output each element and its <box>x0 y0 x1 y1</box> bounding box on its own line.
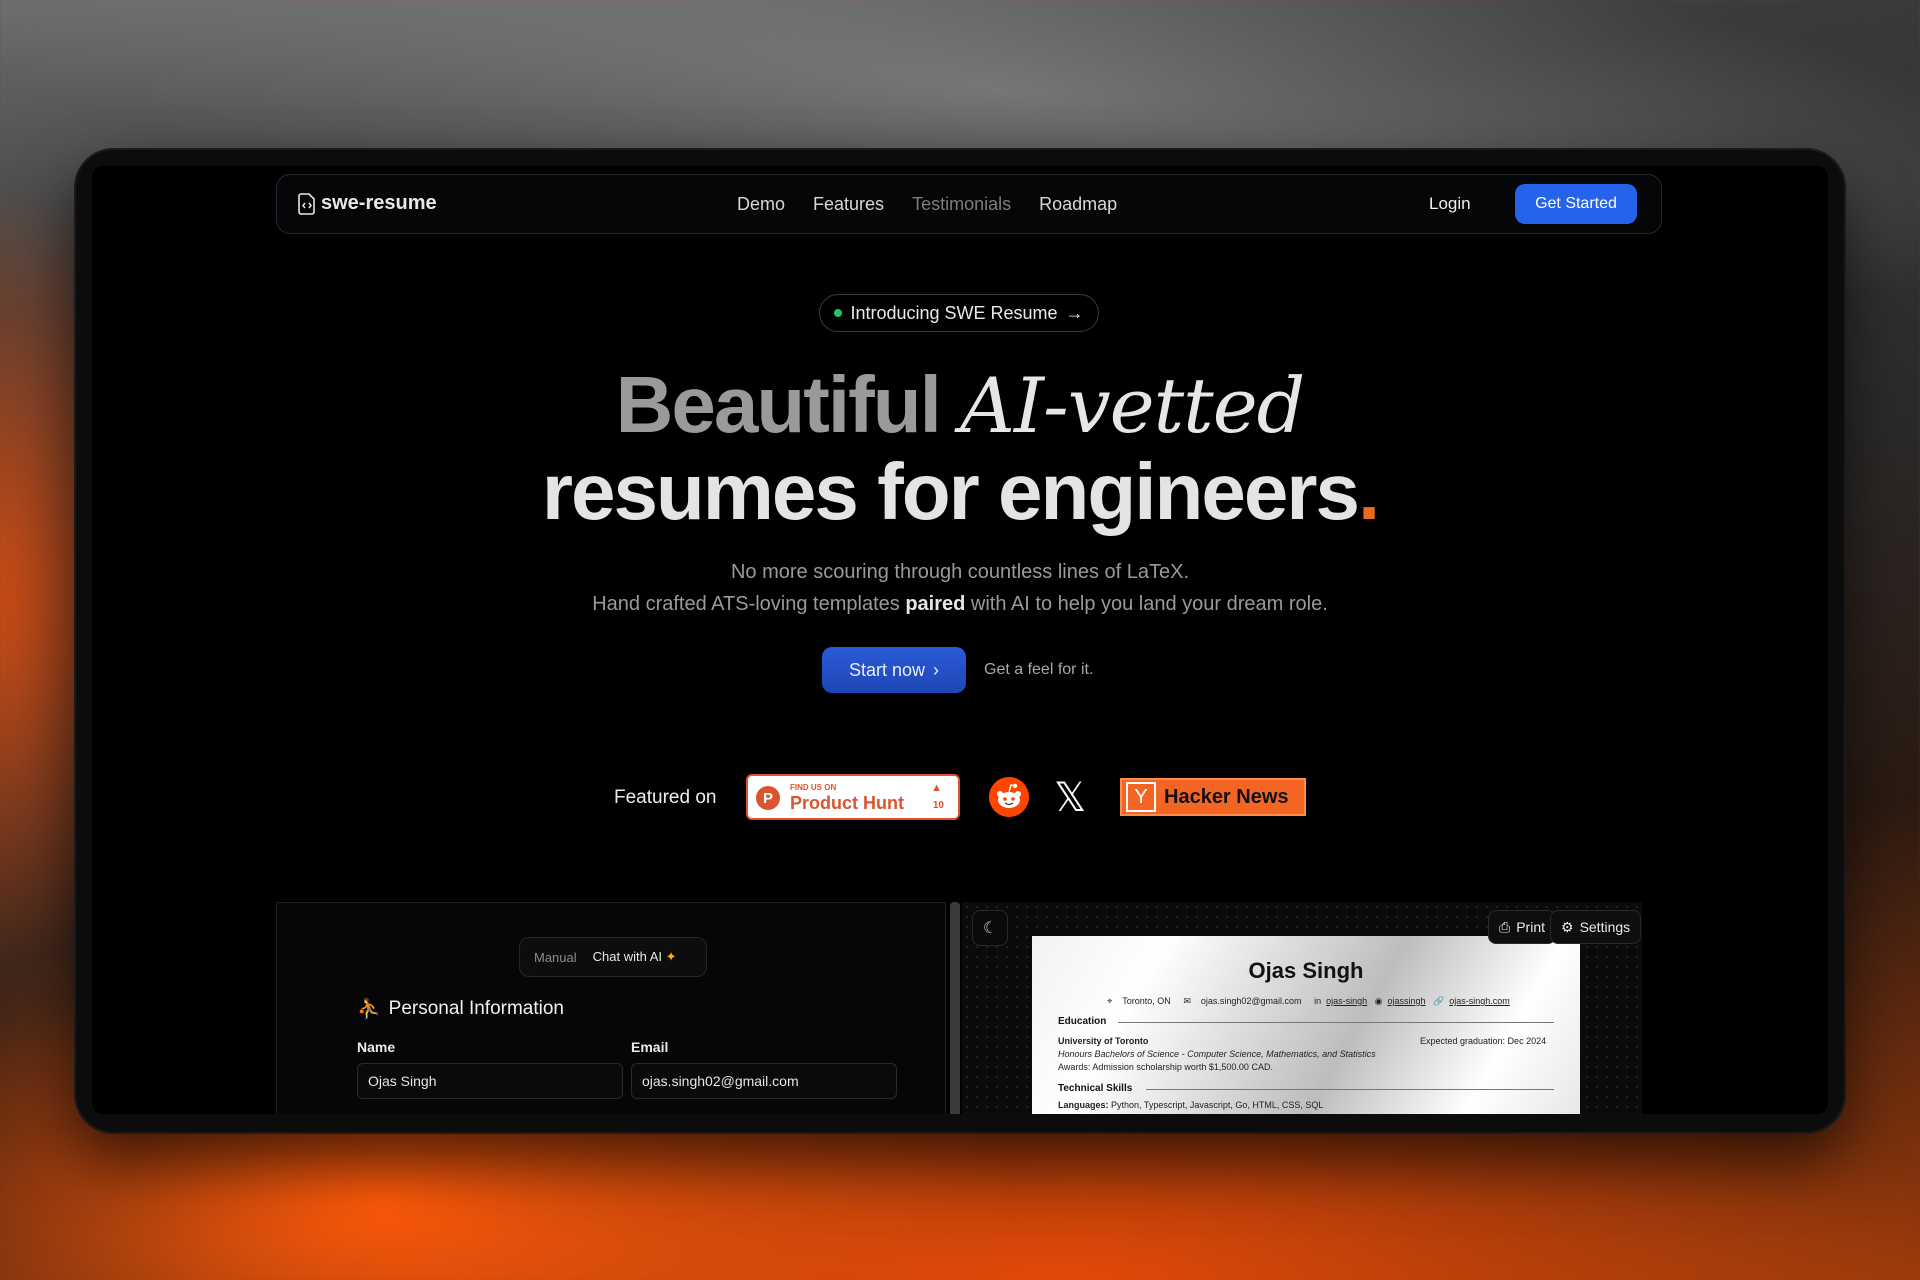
subtitle-bold: paired <box>905 593 966 615</box>
chevron-right-icon: › <box>933 659 940 680</box>
get-started-button[interactable]: Get Started <box>1515 184 1637 224</box>
resume-preview: Ojas Singh ⌖ Toronto, ON ✉ ojas.singh02@gm… <box>1032 936 1580 1114</box>
producthunt-badge[interactable]: P FIND US ON Product Hunt ▲ 10 <box>746 774 960 820</box>
hackernews-y-icon: Y <box>1126 782 1156 812</box>
name-field[interactable]: Ojas Singh <box>357 1063 623 1099</box>
preview-panel: Ojas Singh ⌖ Toronto, ON ✉ ojas.singh02@gm… <box>962 902 1642 1114</box>
hero-headline: Beautiful AI-vetted resumes for engineer… <box>92 362 1828 535</box>
editor-panel: Manual Chat with AI ✦ ⛹ Personal Informa… <box>276 902 946 1114</box>
headline-word: Beautiful <box>615 360 942 449</box>
reddit-icon[interactable] <box>989 777 1029 817</box>
resume-languages: Languages: Python, Typescript, Javascrip… <box>1058 1100 1323 1110</box>
subtitle-post: with AI to help you land your dream role… <box>965 593 1328 615</box>
headline-dot: . <box>1357 447 1380 536</box>
resume-degree: Honours Bachelors of Science - Computer … <box>1058 1049 1376 1059</box>
browser-screen: swe-resume Demo Features Testimonials Ro… <box>92 166 1828 1114</box>
section-title: ⛹ Personal Information <box>357 997 564 1021</box>
person-icon: ⛹ <box>357 999 381 1020</box>
intro-pill[interactable]: Introducing SWE Resume → <box>819 294 1099 332</box>
print-button[interactable]: ⎙ Print <box>1488 910 1556 944</box>
producthunt-text: Product Hunt <box>790 793 904 813</box>
intro-pill-text: Introducing SWE Resume <box>850 302 1058 323</box>
top-navbar: swe-resume Demo Features Testimonials Ro… <box>276 174 1662 234</box>
linkedin-icon: in <box>1314 996 1322 1006</box>
subtitle-line2: Hand crafted ATS-loving templates paired… <box>92 588 1828 620</box>
hero-subtitle: No more scouring through countless lines… <box>92 556 1828 620</box>
resume-university: University of Toronto <box>1058 1036 1149 1046</box>
featured-label: Featured on <box>614 787 717 808</box>
subtitle-pre: Hand crafted ATS-loving templates <box>592 593 906 615</box>
link-icon: 🔗 <box>1433 996 1445 1006</box>
headline-line2: resumes for engineers <box>541 447 1360 536</box>
resume-awards: Awards: Admission scholarship worth $1,5… <box>1058 1062 1273 1072</box>
hackernews-text: Hacker News <box>1164 785 1289 808</box>
section-rule <box>1118 1022 1554 1023</box>
arrow-right-icon: → <box>1065 302 1084 323</box>
resume-name: Ojas Singh <box>1248 958 1364 983</box>
resume-website: ojas-singh.com <box>1449 996 1510 1006</box>
nav-links: Demo Features Testimonials Roadmap <box>737 194 1117 215</box>
resume-education-heading: Education <box>1058 1016 1107 1027</box>
logo[interactable]: swe-resume <box>297 192 437 215</box>
resume-linkedin: ojas-singh <box>1326 996 1368 1006</box>
location-pin-icon: ⌖ <box>1107 996 1113 1006</box>
mode-tabs: Manual Chat with AI ✦ <box>519 937 707 977</box>
github-icon: ◉ <box>1374 996 1383 1006</box>
sparkle-icon: ✦ <box>665 949 677 964</box>
settings-label: Settings <box>1579 919 1631 935</box>
logo-text: swe-resume <box>321 192 437 214</box>
email-field[interactable]: ojas.singh02@gmail.com <box>631 1063 897 1099</box>
email-label: Email <box>631 1039 669 1055</box>
document-code-icon <box>298 192 315 215</box>
hackernews-badge[interactable]: Y Hacker News <box>1120 778 1306 816</box>
subtitle-line1: No more scouring through countless lines… <box>730 561 1190 583</box>
mail-icon: ✉ <box>1183 996 1191 1006</box>
tab-manual[interactable]: Manual <box>534 950 577 965</box>
name-label: Name <box>357 1039 396 1055</box>
login-link[interactable]: Login <box>1429 194 1471 214</box>
resume-graduation: Expected graduation: Dec 2024 <box>1420 1036 1547 1046</box>
settings-button[interactable]: ⚙ Settings <box>1550 910 1642 944</box>
resume-skills-heading: Technical Skills <box>1058 1083 1133 1094</box>
producthunt-small-text: FIND US ON <box>790 783 837 792</box>
nav-link-roadmap[interactable]: Roadmap <box>1039 194 1117 215</box>
producthunt-votes: 10 <box>932 800 944 811</box>
section-title-text: Personal Information <box>388 998 564 1019</box>
resume-contact: ⌖ Toronto, ON ✉ ojas.singh02@gmail.com in o… <box>1032 996 1580 1007</box>
languages-label: Languages: <box>1058 1100 1109 1110</box>
gear-icon: ⚙ <box>1561 918 1574 935</box>
resume-github: ojassingh <box>1387 996 1426 1006</box>
status-dot <box>834 309 843 317</box>
tab-chat-with-ai[interactable]: Chat with AI ✦ <box>593 949 677 965</box>
printer-icon: ⎙ <box>1499 918 1511 935</box>
resume-location: Toronto, ON <box>1122 996 1171 1006</box>
nav-link-features[interactable]: Features <box>813 194 884 215</box>
get-a-feel-link[interactable]: Get a feel for it. <box>984 661 1093 679</box>
print-label: Print <box>1516 919 1545 935</box>
headline-italic: AI-vetted <box>960 361 1305 450</box>
nav-link-testimonials[interactable]: Testimonials <box>912 194 1011 215</box>
x-icon[interactable]: 𝕏 <box>1054 778 1086 818</box>
section-rule <box>1146 1089 1554 1090</box>
start-now-button[interactable]: Start now › <box>822 647 966 693</box>
resume-email: ojas.singh02@gmail.com <box>1200 996 1302 1006</box>
nav-link-demo[interactable]: Demo <box>737 194 785 215</box>
languages-value: Python, Typescript, Javascript, Go, HTML… <box>1111 1100 1324 1110</box>
upvote-icon: ▲ <box>931 782 942 794</box>
tab-chat-label: Chat with AI <box>592 949 663 964</box>
producthunt-icon: P <box>756 786 780 810</box>
panel-resize-handle[interactable] <box>950 902 960 1114</box>
start-now-label: Start now <box>848 659 926 680</box>
theme-toggle-moon-icon[interactable]: ☾ <box>972 910 1008 946</box>
